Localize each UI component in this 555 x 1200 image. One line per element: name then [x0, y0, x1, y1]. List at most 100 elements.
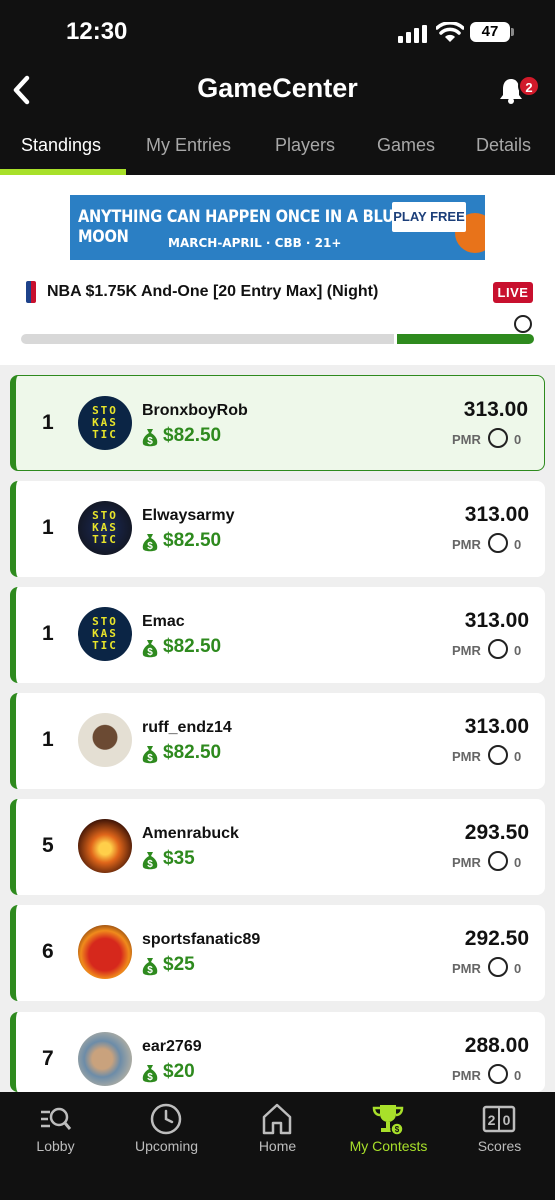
standings-row[interactable]: 1 STO KAS TIC Elwaysarmy $ $82.50 313.00 PMR 0 [10, 481, 545, 577]
rank: 6 [42, 940, 54, 963]
username: ruff_endz14 [142, 719, 232, 736]
pmr-label: PMR [452, 749, 481, 764]
bottom-nav-home[interactable]: Home [222, 1092, 333, 1162]
username: Emac [142, 613, 185, 630]
svg-text:$: $ [147, 647, 153, 658]
avatar: STO KAS TIC [78, 396, 132, 450]
fantasy-score: 313.00 [463, 398, 528, 421]
fantasy-score: 293.50 [464, 821, 529, 844]
pmr-label: PMR [452, 432, 481, 447]
tab-games[interactable]: Games [377, 135, 435, 156]
pmr-progress-icon [488, 533, 508, 553]
bottom-nav-scores[interactable]: 2 0 Scores [444, 1092, 555, 1162]
standings-row[interactable]: 1 STO KAS TIC Emac $ $82.50 313.00 PMR 0 [10, 587, 545, 683]
rank: 1 [42, 411, 54, 434]
contest-progress-track [21, 334, 394, 344]
page-title: GameCenter [197, 73, 358, 103]
pmr-progress-icon [488, 428, 508, 448]
username: Amenrabuck [142, 825, 239, 842]
money-bag-icon: $ [142, 429, 158, 447]
battery-tip [511, 28, 514, 36]
pmr-value: 0 [514, 1068, 522, 1083]
fantasy-score: 313.00 [464, 503, 529, 526]
winnings: $82.50 [163, 636, 222, 657]
standings-row[interactable]: 1 ruff_endz14 $ $82.50 313.00 PMR 0 [10, 693, 545, 789]
avatar [78, 819, 132, 873]
svg-text:$: $ [147, 541, 153, 552]
notification-count-badge: 2 [518, 75, 540, 97]
wifi-icon [436, 22, 464, 42]
svg-text:2: 2 [488, 1112, 496, 1128]
fantasy-score: 313.00 [464, 715, 529, 738]
bottom-navigation-bar: Lobby Upcoming Home $ My Contests 2 0 Sc… [0, 1092, 555, 1200]
bottom-nav-label: Home [258, 1138, 297, 1154]
svg-text:0: 0 [503, 1112, 511, 1128]
bottom-nav-label: Upcoming [134, 1138, 199, 1154]
fantasy-score: 313.00 [464, 609, 529, 632]
tab-details[interactable]: Details [476, 135, 531, 156]
standings-row[interactable]: 7 ear2769 $ $20 288.00 PMR 0 [10, 1012, 545, 1092]
status-bar: 12:30 47 [0, 0, 555, 62]
winnings: $82.50 [163, 530, 222, 551]
bottom-nav-upcoming[interactable]: Upcoming [111, 1092, 222, 1162]
svg-text:$: $ [395, 1125, 400, 1134]
pmr-value: 0 [514, 537, 522, 552]
winnings: $82.50 [163, 425, 222, 446]
rank: 1 [42, 516, 54, 539]
pmr-label: PMR [452, 1068, 481, 1083]
pmr-progress-icon [488, 1064, 508, 1084]
battery-indicator: 47 [470, 22, 510, 42]
pmr-value: 0 [514, 961, 522, 976]
fantasy-score: 292.50 [464, 927, 529, 950]
progress-marker-icon [514, 315, 532, 333]
username: Elwaysarmy [142, 507, 235, 524]
ad-banner[interactable]: ANYTHING CAN HAPPEN ONCE IN A BLUE MOON … [70, 195, 485, 260]
avatar [78, 925, 132, 979]
top-navigation-bar: GameCenter 2 [0, 62, 555, 118]
live-status-badge: LIVE [493, 282, 533, 303]
svg-text:$: $ [147, 859, 153, 870]
avatar: STO KAS TIC [78, 607, 132, 661]
avatar [78, 1032, 132, 1086]
contest-name: NBA $1.75K And-One [20 Entry Max] (Night… [47, 283, 379, 300]
tab-my-entries[interactable]: My Entries [146, 135, 231, 156]
contest-progress-fill [397, 334, 534, 344]
username: ear2769 [142, 1038, 202, 1055]
avatar [78, 713, 132, 767]
winnings: $82.50 [163, 742, 222, 763]
svg-text:$: $ [147, 436, 153, 447]
scoreboard-icon: 2 0 [482, 1105, 516, 1133]
pmr-progress-icon [488, 957, 508, 977]
tab-standings[interactable]: Standings [21, 135, 101, 156]
pmr-label: PMR [452, 855, 481, 870]
bottom-nav-label: Scores [477, 1138, 522, 1154]
fantasy-score: 288.00 [464, 1034, 529, 1057]
pmr-progress-icon [488, 745, 508, 765]
tab-players[interactable]: Players [275, 135, 335, 156]
money-bag-icon: $ [142, 746, 158, 764]
bottom-nav-label: Lobby [36, 1138, 75, 1154]
money-bag-icon: $ [142, 1065, 158, 1083]
username: sportsfanatic89 [142, 931, 261, 948]
pmr-label: PMR [452, 961, 481, 976]
rank: 1 [42, 728, 54, 751]
standings-row[interactable]: 6 sportsfanatic89 $ $25 292.50 PMR 0 [10, 905, 545, 1001]
pmr-label: PMR [452, 643, 481, 658]
bottom-nav-lobby[interactable]: Lobby [0, 1092, 111, 1162]
rank: 1 [42, 622, 54, 645]
nba-logo-icon [26, 281, 36, 303]
money-bag-icon: $ [142, 534, 158, 552]
trophy-icon: $ [372, 1105, 404, 1136]
winnings: $25 [163, 954, 195, 975]
ad-play-free-button[interactable]: PLAY FREE [392, 202, 466, 232]
svg-text:$: $ [147, 965, 153, 976]
status-time: 12:30 [66, 18, 128, 45]
money-bag-icon: $ [142, 958, 158, 976]
avatar: STO KAS TIC [78, 501, 132, 555]
ad-subline: MARCH-APRIL · CBB · 21+ [168, 236, 342, 250]
standings-row[interactable]: 1 STO KAS TIC BronxboyRob $ $82.50 313.00 PMR 0 [10, 375, 545, 471]
contest-header: ANYTHING CAN HAPPEN ONCE IN A BLUE MOON … [0, 175, 555, 365]
standings-row[interactable]: 5 Amenrabuck $ $35 293.50 PMR 0 [10, 799, 545, 895]
bottom-nav-my-contests[interactable]: $ My Contests [333, 1092, 444, 1162]
clock-icon [150, 1103, 182, 1135]
